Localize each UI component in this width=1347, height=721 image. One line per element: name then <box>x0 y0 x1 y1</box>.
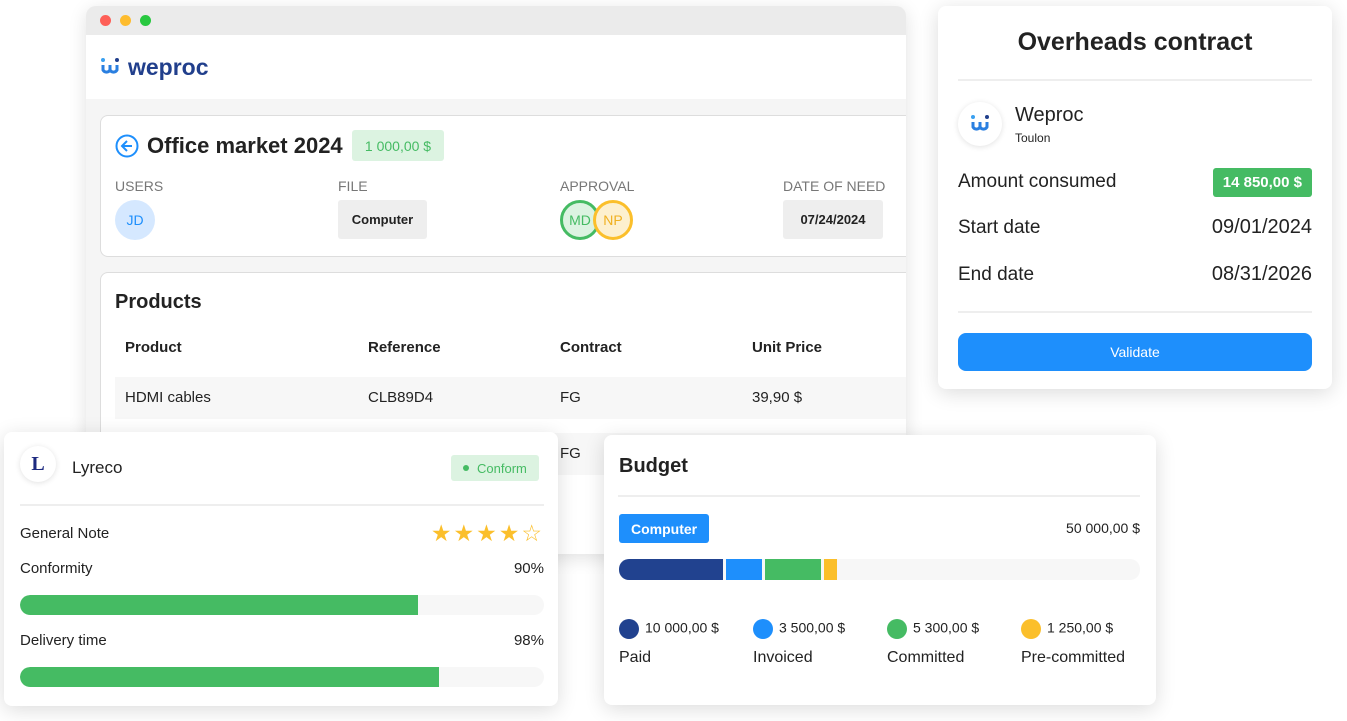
minimize-window-button[interactable] <box>120 15 131 26</box>
legend-amount: 5 300,00 $ <box>913 619 980 636</box>
star-empty-icon: ☆ <box>521 520 544 546</box>
delivery-label: Delivery time <box>20 632 107 649</box>
star-filled-icon: ★ <box>453 520 477 546</box>
weproc-logo-icon <box>101 58 119 74</box>
date-label: DATE OF NEED <box>783 178 886 194</box>
back-arrow-icon[interactable] <box>115 134 139 158</box>
column-header: Contract <box>560 339 622 356</box>
budget-segment-committed <box>765 559 821 580</box>
supplier-name: Lyreco <box>72 458 123 477</box>
app-header: weproc <box>86 35 906 99</box>
budget-title: Budget <box>619 455 688 477</box>
divider <box>958 311 1312 313</box>
general-note-label: General Note <box>20 525 110 542</box>
budget-bar <box>619 559 1140 580</box>
maximize-window-button[interactable] <box>140 15 151 26</box>
delivery-progress <box>20 667 544 687</box>
products-title: Products <box>115 291 202 313</box>
window-titlebar <box>86 6 906 35</box>
date-value[interactable]: 07/24/2024 <box>783 200 883 239</box>
cell-contract: FG <box>560 445 581 462</box>
star-filled-icon: ★ <box>476 520 499 546</box>
amount-badge: 1 000,00 $ <box>352 130 444 161</box>
delivery-value: 98% <box>513 632 544 649</box>
divider <box>20 504 544 506</box>
supplier-rating-card: L Lyreco Conform General Note ★★★★☆ Conf… <box>4 432 558 706</box>
legend-item: 10 000,00 $ Paid <box>619 619 719 667</box>
request-card: Office market 2024 1 000,00 $ USERS JD F… <box>100 115 906 257</box>
validate-button[interactable]: Validate <box>958 333 1312 371</box>
end-date-label: End date <box>958 263 1035 285</box>
file-label: FILE <box>338 178 368 194</box>
start-date-label: Start date <box>958 216 1041 238</box>
star-filled-icon: ★ <box>498 520 522 546</box>
conformity-label: Conformity <box>20 560 93 577</box>
logo-letter: L <box>31 452 45 475</box>
amount-consumed-badge: 14 850,00 $ <box>1212 167 1312 197</box>
column-header: Product <box>125 339 182 356</box>
legend-dot-icon <box>619 619 639 639</box>
amount-consumed-label: Amount consumed <box>958 171 1117 192</box>
legend-dot-icon <box>753 619 773 639</box>
legend-item: 5 300,00 $ Committed <box>887 619 979 667</box>
budget-card: Budget Computer 50 000,00 $ 10 000,00 $ P… <box>604 435 1156 705</box>
contract-title: Overheads contract <box>1017 28 1253 56</box>
cell-contract: FG <box>560 389 581 406</box>
column-header: Reference <box>368 339 441 356</box>
close-window-button[interactable] <box>100 15 111 26</box>
conformity-value: 90% <box>513 560 544 577</box>
star-rating: ★★★★☆ <box>431 520 544 547</box>
legend-dot-icon <box>887 619 907 639</box>
user-avatar[interactable]: JD <box>115 200 155 240</box>
users-label: USERS <box>115 178 164 194</box>
legend-label: Paid <box>619 649 652 666</box>
table-row[interactable]: HDMI cables CLB89D4 FG 39,90 $ <box>115 377 906 419</box>
budget-segment-pre-committed <box>823 559 837 580</box>
legend-item: 1 250,00 $ Pre-committed <box>1021 619 1125 667</box>
overheads-contract-card: Overheads contract Weproc Toulon Amount … <box>938 6 1332 389</box>
page-title: Office market 2024 <box>147 133 343 158</box>
conformity-progress <box>20 595 544 615</box>
file-value[interactable]: Computer <box>338 200 427 239</box>
budget-category-badge[interactable]: Computer <box>619 514 710 543</box>
status-badge: Conform <box>451 455 539 481</box>
legend-item: 3 500,00 $ Invoiced <box>753 619 845 667</box>
brand-name: weproc <box>128 53 209 80</box>
legend-label: Pre-committed <box>1021 649 1126 666</box>
end-date-value: 08/31/2026 <box>1211 263 1312 285</box>
cell-price: 39,90 $ <box>752 389 803 406</box>
conformity-progress-fill <box>20 595 419 615</box>
weproc-logo-icon <box>971 115 989 131</box>
star-filled-icon: ★ <box>430 520 454 546</box>
column-header: Unit Price <box>752 339 823 356</box>
supplier-name: Weproc <box>1015 104 1084 126</box>
budget-segment-paid <box>619 559 723 580</box>
status-dot-icon <box>463 465 469 471</box>
start-date-value: 09/01/2024 <box>1211 216 1312 238</box>
status-text: Conform <box>477 460 527 476</box>
legend-label: Invoiced <box>753 649 813 666</box>
legend-amount: 10 000,00 $ <box>645 619 719 636</box>
supplier-logo <box>958 102 1002 146</box>
budget-total: 50 000,00 $ <box>1066 520 1140 536</box>
lyreco-logo: L <box>20 446 56 482</box>
delivery-progress-fill <box>20 667 440 687</box>
legend-amount: 3 500,00 $ <box>779 619 846 636</box>
approval-label: APPROVAL <box>560 178 635 194</box>
divider <box>618 495 1140 497</box>
legend-amount: 1 250,00 $ <box>1047 619 1114 636</box>
legend-dot-icon <box>1021 619 1041 639</box>
cell-product: HDMI cables <box>125 389 211 406</box>
approver-avatar[interactable]: NP <box>593 200 633 240</box>
budget-segment-invoiced <box>726 559 763 580</box>
cell-reference: CLB89D4 <box>368 389 434 406</box>
legend-label: Committed <box>887 649 965 666</box>
divider <box>958 79 1312 81</box>
supplier-city: Toulon <box>1015 131 1051 145</box>
